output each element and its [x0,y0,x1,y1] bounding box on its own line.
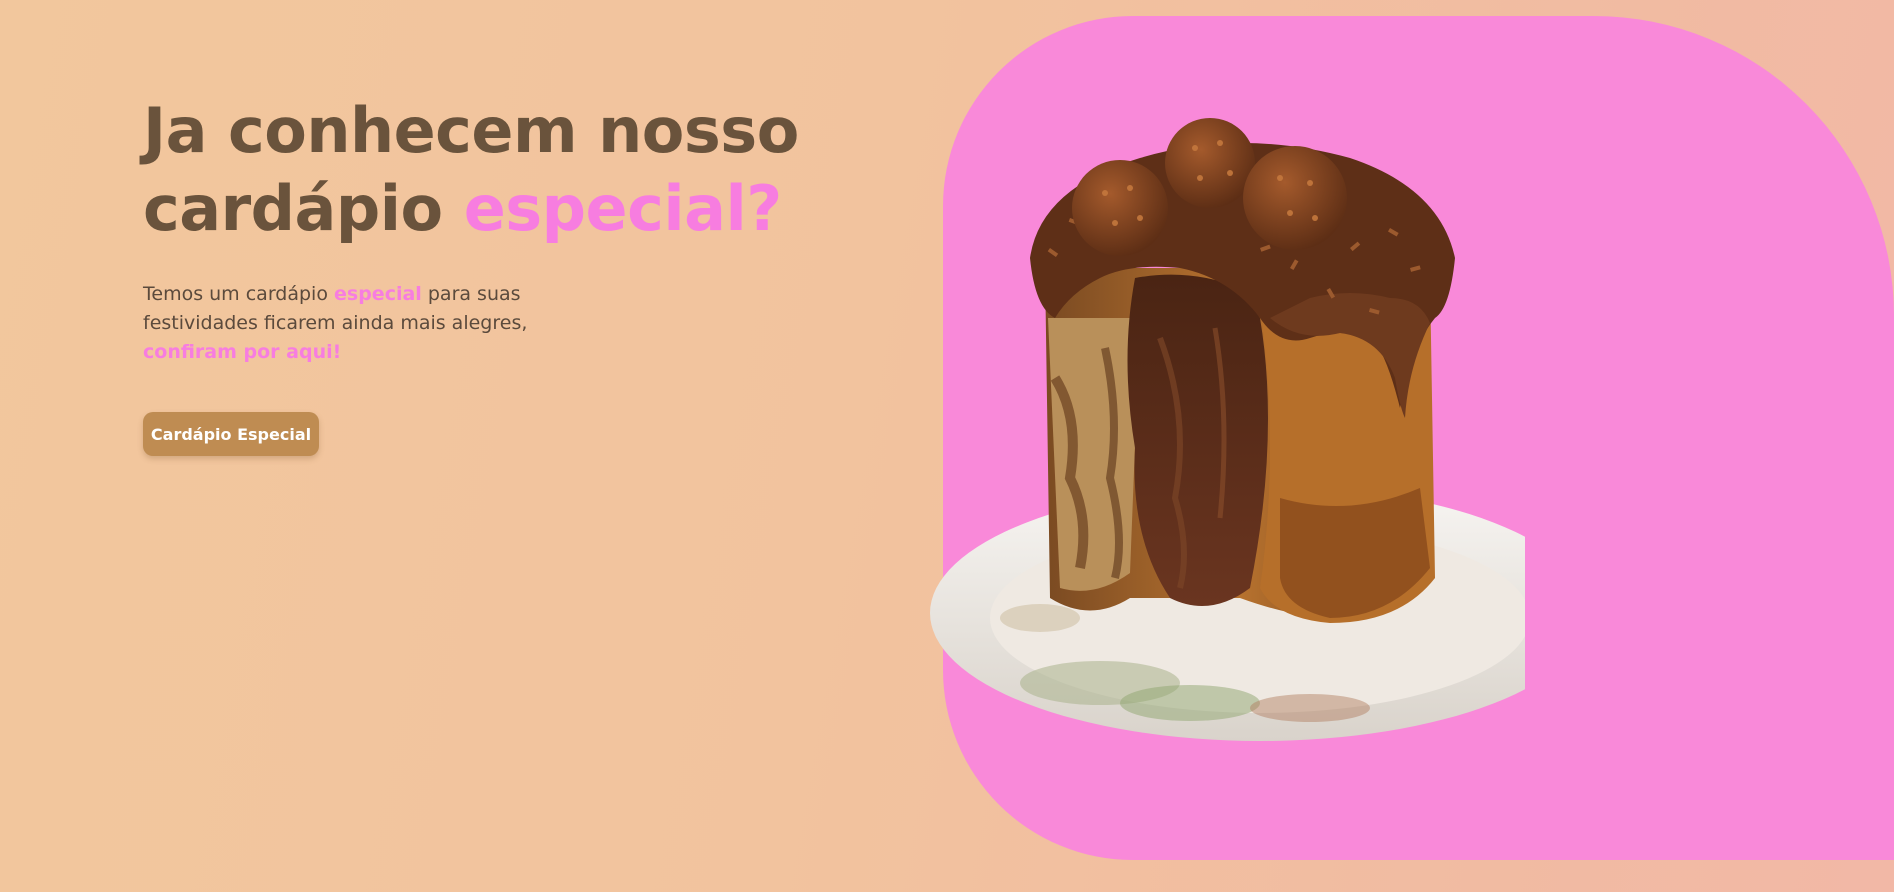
description-text-1: Temos um cardápio [143,283,328,305]
headline-line-2-prefix: cardápio [143,172,443,245]
chocolate-cake-image [930,118,1525,741]
description-cta-link[interactable]: confiram por aqui! [143,341,341,363]
special-menu-button[interactable]: Cardápio Especial [143,412,319,456]
hero-description: Temos um cardápio especial para suas fes… [143,280,583,367]
headline-line-1: Ja conhecem nosso [143,94,799,167]
description-accent: especial [334,283,422,305]
hero-headline: Ja conhecem nosso cardápio especial? [143,92,843,248]
hero-text-block: Ja conhecem nosso cardápio especial? Tem… [143,92,843,456]
headline-accent: especial? [463,172,782,245]
